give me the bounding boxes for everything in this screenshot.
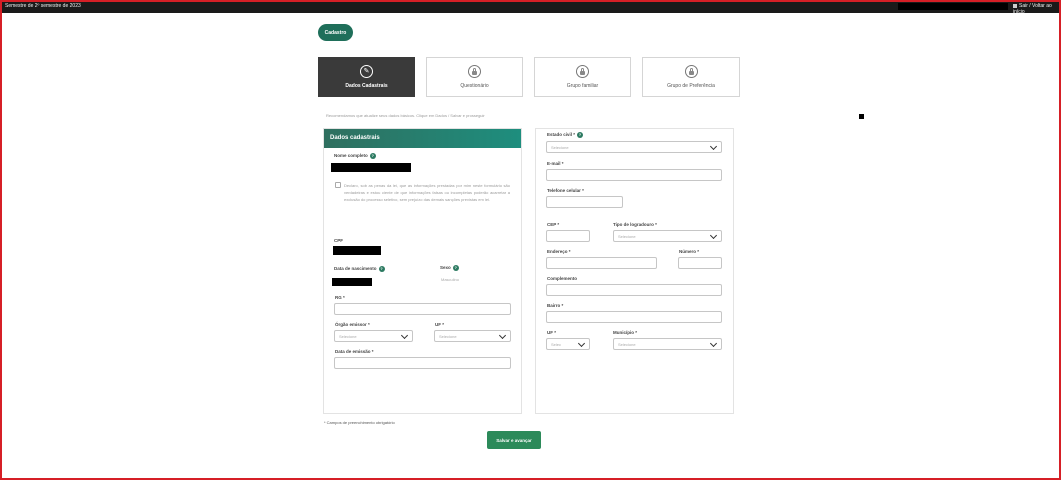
full-name-label: Nome completo? <box>334 153 376 159</box>
issue-date-input[interactable] <box>334 357 511 369</box>
step-questionario[interactable]: Questionário <box>426 57 523 97</box>
issuer-select-value: Selecione <box>339 334 357 339</box>
email-input[interactable] <box>546 169 722 181</box>
step-label: Dados Cadastrais <box>345 83 388 89</box>
uf-select[interactable]: Selec <box>546 338 590 350</box>
street-type-select[interactable]: Selecione <box>613 230 722 242</box>
district-label: Bairro * <box>547 303 564 308</box>
redacted-birth-date <box>332 278 372 286</box>
sex-value: Masculino <box>441 277 460 282</box>
redacted-full-name <box>331 163 411 172</box>
uf-select-value: Selec <box>551 342 562 347</box>
city-select-value: Selecione <box>618 342 636 347</box>
address-input[interactable] <box>546 257 657 269</box>
email-label: E-mail * <box>547 161 564 166</box>
birth-date-label: Data de nascimento? <box>334 266 385 272</box>
city-select[interactable]: Selecione <box>613 338 722 350</box>
number-input[interactable] <box>678 257 722 269</box>
chevron-down-icon <box>709 231 718 240</box>
save-and-continue-button[interactable]: Salvar e avançar <box>487 431 541 449</box>
top-bar: Semestre de 2º semestre de 2023 Sair / V… <box>0 0 1061 15</box>
help-icon[interactable]: ? <box>369 153 376 159</box>
cep-input[interactable] <box>546 230 590 242</box>
chevron-down-icon <box>498 331 507 340</box>
chevron-down-icon <box>400 331 409 340</box>
required-fields-note: * Campos de preenchimento obrigatório <box>324 420 395 425</box>
issuer-select[interactable]: Selecione <box>334 330 413 342</box>
phone-label: Telefone celular * <box>547 188 584 193</box>
issue-date-label: Data de emissão * <box>335 349 374 354</box>
city-label: Município * <box>613 330 637 335</box>
step-grupo-de-preferencia[interactable]: Grupo de Preferência <box>642 57 740 97</box>
marital-status-select[interactable]: Selecione <box>546 141 722 153</box>
phone-input[interactable] <box>546 196 623 208</box>
street-type-select-value: Selecione <box>618 234 636 239</box>
complement-input[interactable] <box>546 284 722 296</box>
step-label: Grupo de Preferência <box>667 83 715 89</box>
pencil-icon: ✎ <box>360 65 373 78</box>
top-bar-semester-text: Semestre de 2º semestre de 2023 <box>5 3 81 9</box>
mouse-cursor-dot <box>859 114 864 119</box>
step-grupo-familiar[interactable]: Grupo familiar <box>534 57 631 97</box>
rg-input[interactable] <box>334 303 511 315</box>
help-icon[interactable]: ? <box>378 266 385 272</box>
lock-icon <box>576 65 589 78</box>
red-border-frame <box>0 0 1061 480</box>
declaration-text: Declaro, sob as penas da lei, que as inf… <box>344 183 510 202</box>
chevron-down-icon <box>709 339 718 348</box>
help-icon[interactable]: ? <box>452 265 459 271</box>
chevron-down-icon <box>709 142 718 151</box>
step-label: Questionário <box>460 83 489 89</box>
number-label: Número * <box>679 249 700 254</box>
uf-select[interactable]: Selecione <box>434 330 511 342</box>
uf-label: UF * <box>435 322 444 327</box>
card-title: Dados cadastrais <box>324 129 521 148</box>
logout-link[interactable]: Sair / Voltar ao início <box>1013 3 1061 15</box>
complement-label: Complemento <box>547 276 578 281</box>
issuer-label: Órgão emissor * <box>335 322 370 327</box>
redacted-user-name <box>898 3 1008 10</box>
cep-label: CEP * <box>547 222 560 227</box>
help-icon[interactable]: ? <box>577 132 584 138</box>
address-label: Endereço * <box>547 249 571 254</box>
uf-select-value: Selecione <box>439 334 457 339</box>
step-dados-cadastrais[interactable]: ✎ Dados Cadastrais <box>318 57 415 97</box>
hint-text: Recomendamos que atualize seus dados bás… <box>326 113 485 118</box>
redacted-cpf <box>333 246 381 255</box>
step-label: Grupo familiar <box>566 83 599 89</box>
marital-status-label: Estado civil *? <box>547 132 584 138</box>
marital-status-select-value: Selecione <box>551 145 569 150</box>
lock-icon <box>468 65 481 78</box>
lock-icon <box>684 65 698 78</box>
rg-label: RG * <box>335 295 345 300</box>
chevron-down-icon <box>577 339 586 348</box>
uf-label: UF * <box>547 330 556 335</box>
cadastro-pill-button[interactable]: Cadastro <box>318 24 353 41</box>
sex-label: Sexo? <box>440 265 459 271</box>
street-type-label: Tipo de logradouro * <box>613 222 657 227</box>
cpf-label: CPF <box>334 238 343 243</box>
declaration-checkbox[interactable] <box>335 182 341 188</box>
district-input[interactable] <box>546 311 722 323</box>
